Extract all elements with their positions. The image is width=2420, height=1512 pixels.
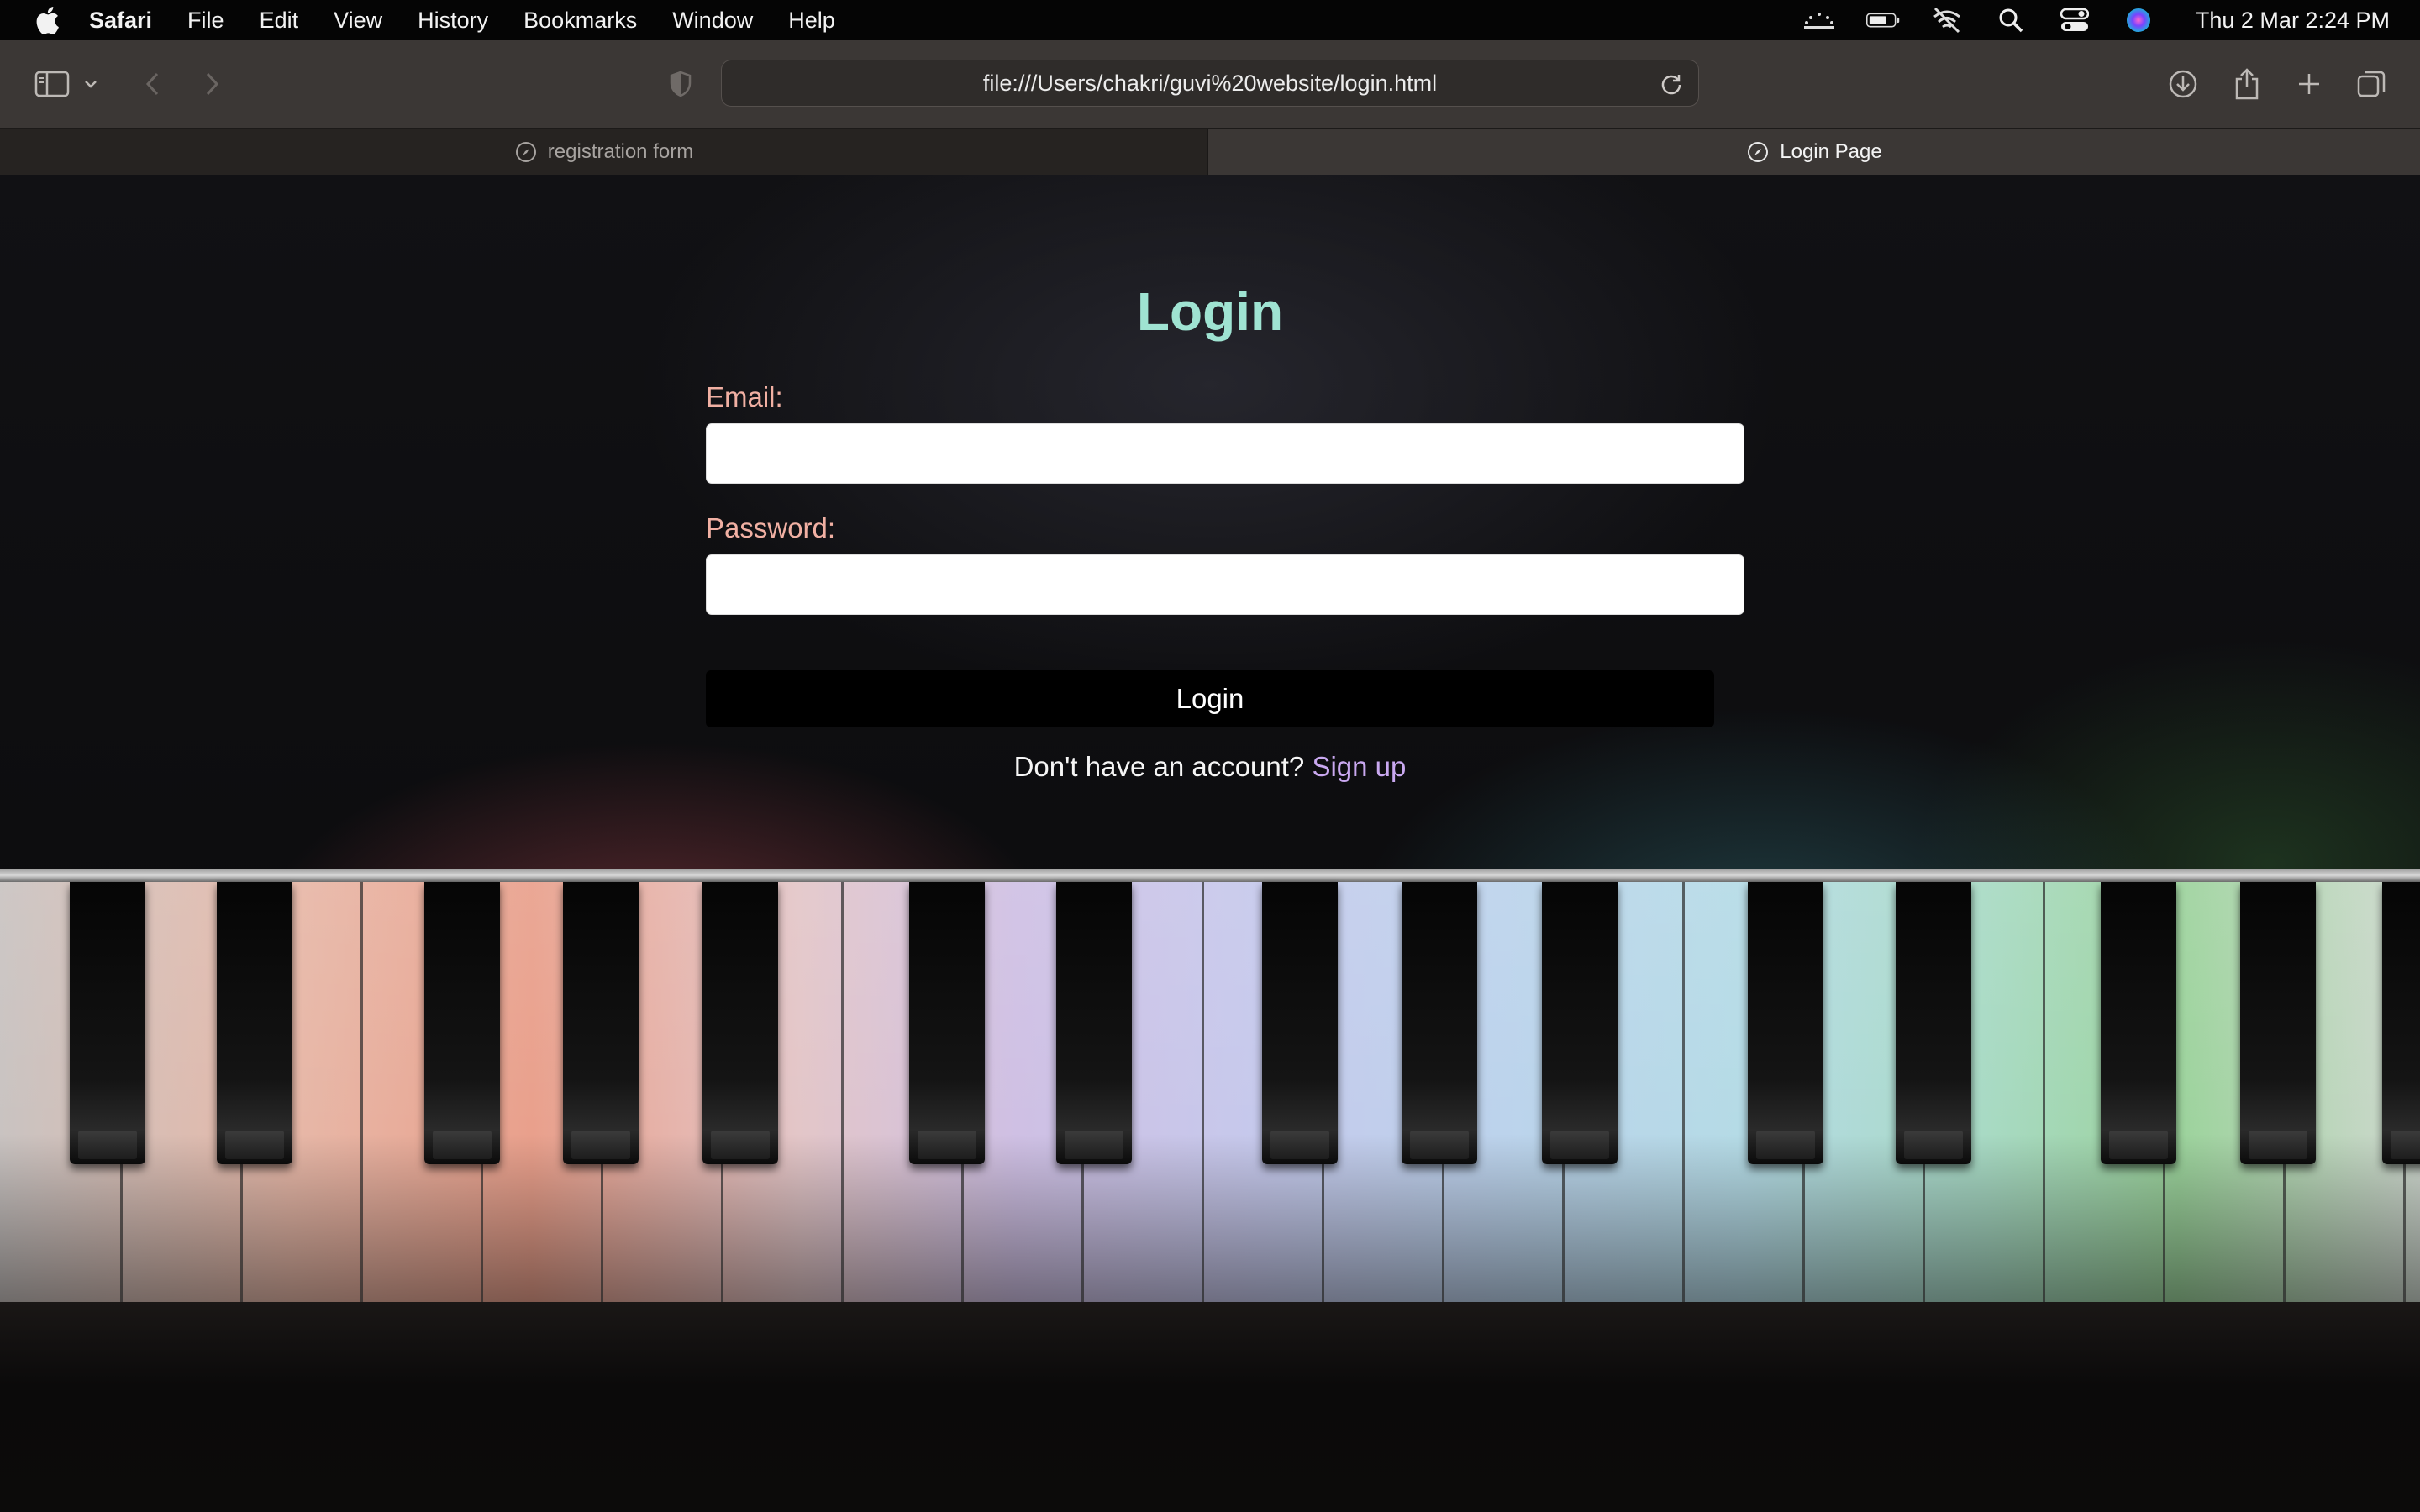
menu-help[interactable]: Help: [788, 8, 835, 34]
menu-window[interactable]: Window: [672, 8, 753, 34]
piano-black-key: [70, 882, 145, 1164]
menubar-clock[interactable]: Thu 2 Mar 2:24 PM: [2196, 8, 2390, 34]
email-field[interactable]: [706, 423, 1744, 484]
email-label: Email:: [706, 381, 783, 412]
new-tab-icon[interactable]: [2289, 64, 2329, 104]
piano-key-divider: [1202, 882, 1204, 1302]
piano-black-key: [702, 882, 778, 1164]
wifi-off-icon[interactable]: [1930, 3, 1964, 37]
compass-icon: [1746, 140, 1770, 164]
menu-app-name[interactable]: Safari: [89, 8, 152, 34]
piano-black-key: [2240, 882, 2316, 1164]
compass-icon: [514, 140, 538, 164]
piano-black-key: [217, 882, 292, 1164]
password-label: Password:: [706, 512, 836, 543]
piano-black-key: [1896, 882, 1971, 1164]
piano-key-divider: [360, 882, 363, 1302]
piano-black-key: [1402, 882, 1477, 1164]
signup-prompt: Don't have an account?: [1013, 751, 1305, 782]
background-floor: [0, 1302, 2420, 1512]
piano-black-key: [909, 882, 985, 1164]
search-icon[interactable]: [1994, 3, 2028, 37]
piano-key-divider: [1682, 882, 1685, 1302]
address-bar[interactable]: file:///Users/chakri/guvi%20website/logi…: [721, 60, 1699, 107]
piano-black-key: [563, 882, 639, 1164]
piano-key-divider: [2043, 882, 2045, 1302]
menu-file[interactable]: File: [187, 8, 224, 34]
privacy-shield-icon[interactable]: [660, 64, 701, 104]
apple-icon[interactable]: [30, 3, 64, 37]
sidebar-icon[interactable]: [32, 64, 72, 104]
piano-white-keys: [0, 882, 2420, 1302]
menu-history[interactable]: History: [418, 8, 488, 34]
page-title: Login: [1136, 281, 1284, 342]
piano-black-key: [1056, 882, 1132, 1164]
menu-edit[interactable]: Edit: [260, 8, 299, 34]
piano-black-key: [2101, 882, 2176, 1164]
piano-key-divider: [841, 882, 844, 1302]
tab-login-page[interactable]: Login Page: [1208, 129, 2420, 176]
menu-bar: Safari File Edit View History Bookmarks …: [0, 0, 2420, 40]
tab-registration-form[interactable]: registration form: [0, 129, 1208, 176]
menu-bookmarks[interactable]: Bookmarks: [523, 8, 637, 34]
battery-icon[interactable]: [1865, 3, 1900, 37]
signup-link[interactable]: Sign up: [1312, 751, 1406, 782]
forward-icon[interactable]: [192, 64, 232, 104]
keyboard-brightness-icon[interactable]: [1802, 3, 1836, 37]
signup-prompt-line: Don't have an account? Sign up: [0, 751, 2420, 783]
login-button[interactable]: Login: [706, 670, 1714, 727]
piano-black-key: [424, 882, 500, 1164]
download-icon[interactable]: [2163, 64, 2203, 104]
tab-label: Login Page: [1780, 140, 1882, 163]
piano-black-key: [1262, 882, 1338, 1164]
piano-black-key: [1748, 882, 1823, 1164]
piano-rail: [0, 869, 2420, 882]
safari-toolbar: file:///Users/chakri/guvi%20website/logi…: [0, 40, 2420, 128]
page-content: Login Email: Password: Login Don't have an …: [0, 175, 2420, 1512]
back-icon[interactable]: [133, 64, 173, 104]
reload-icon[interactable]: [1653, 66, 1690, 102]
control-center-icon[interactable]: [2058, 3, 2091, 37]
menu-view[interactable]: View: [334, 8, 382, 34]
siri-icon[interactable]: [2122, 3, 2155, 37]
tab-bar: registration form Login Page: [0, 128, 2420, 176]
share-icon[interactable]: [2227, 64, 2267, 104]
chevron-down-icon[interactable]: [76, 64, 106, 104]
tab-overview-icon[interactable]: [2351, 64, 2391, 104]
piano-black-key: [1542, 882, 1618, 1164]
tab-label: registration form: [547, 140, 694, 163]
password-field[interactable]: [706, 554, 1744, 615]
piano-black-key: [2382, 882, 2420, 1164]
url-text[interactable]: file:///Users/chakri/guvi%20website/logi…: [983, 71, 1437, 97]
